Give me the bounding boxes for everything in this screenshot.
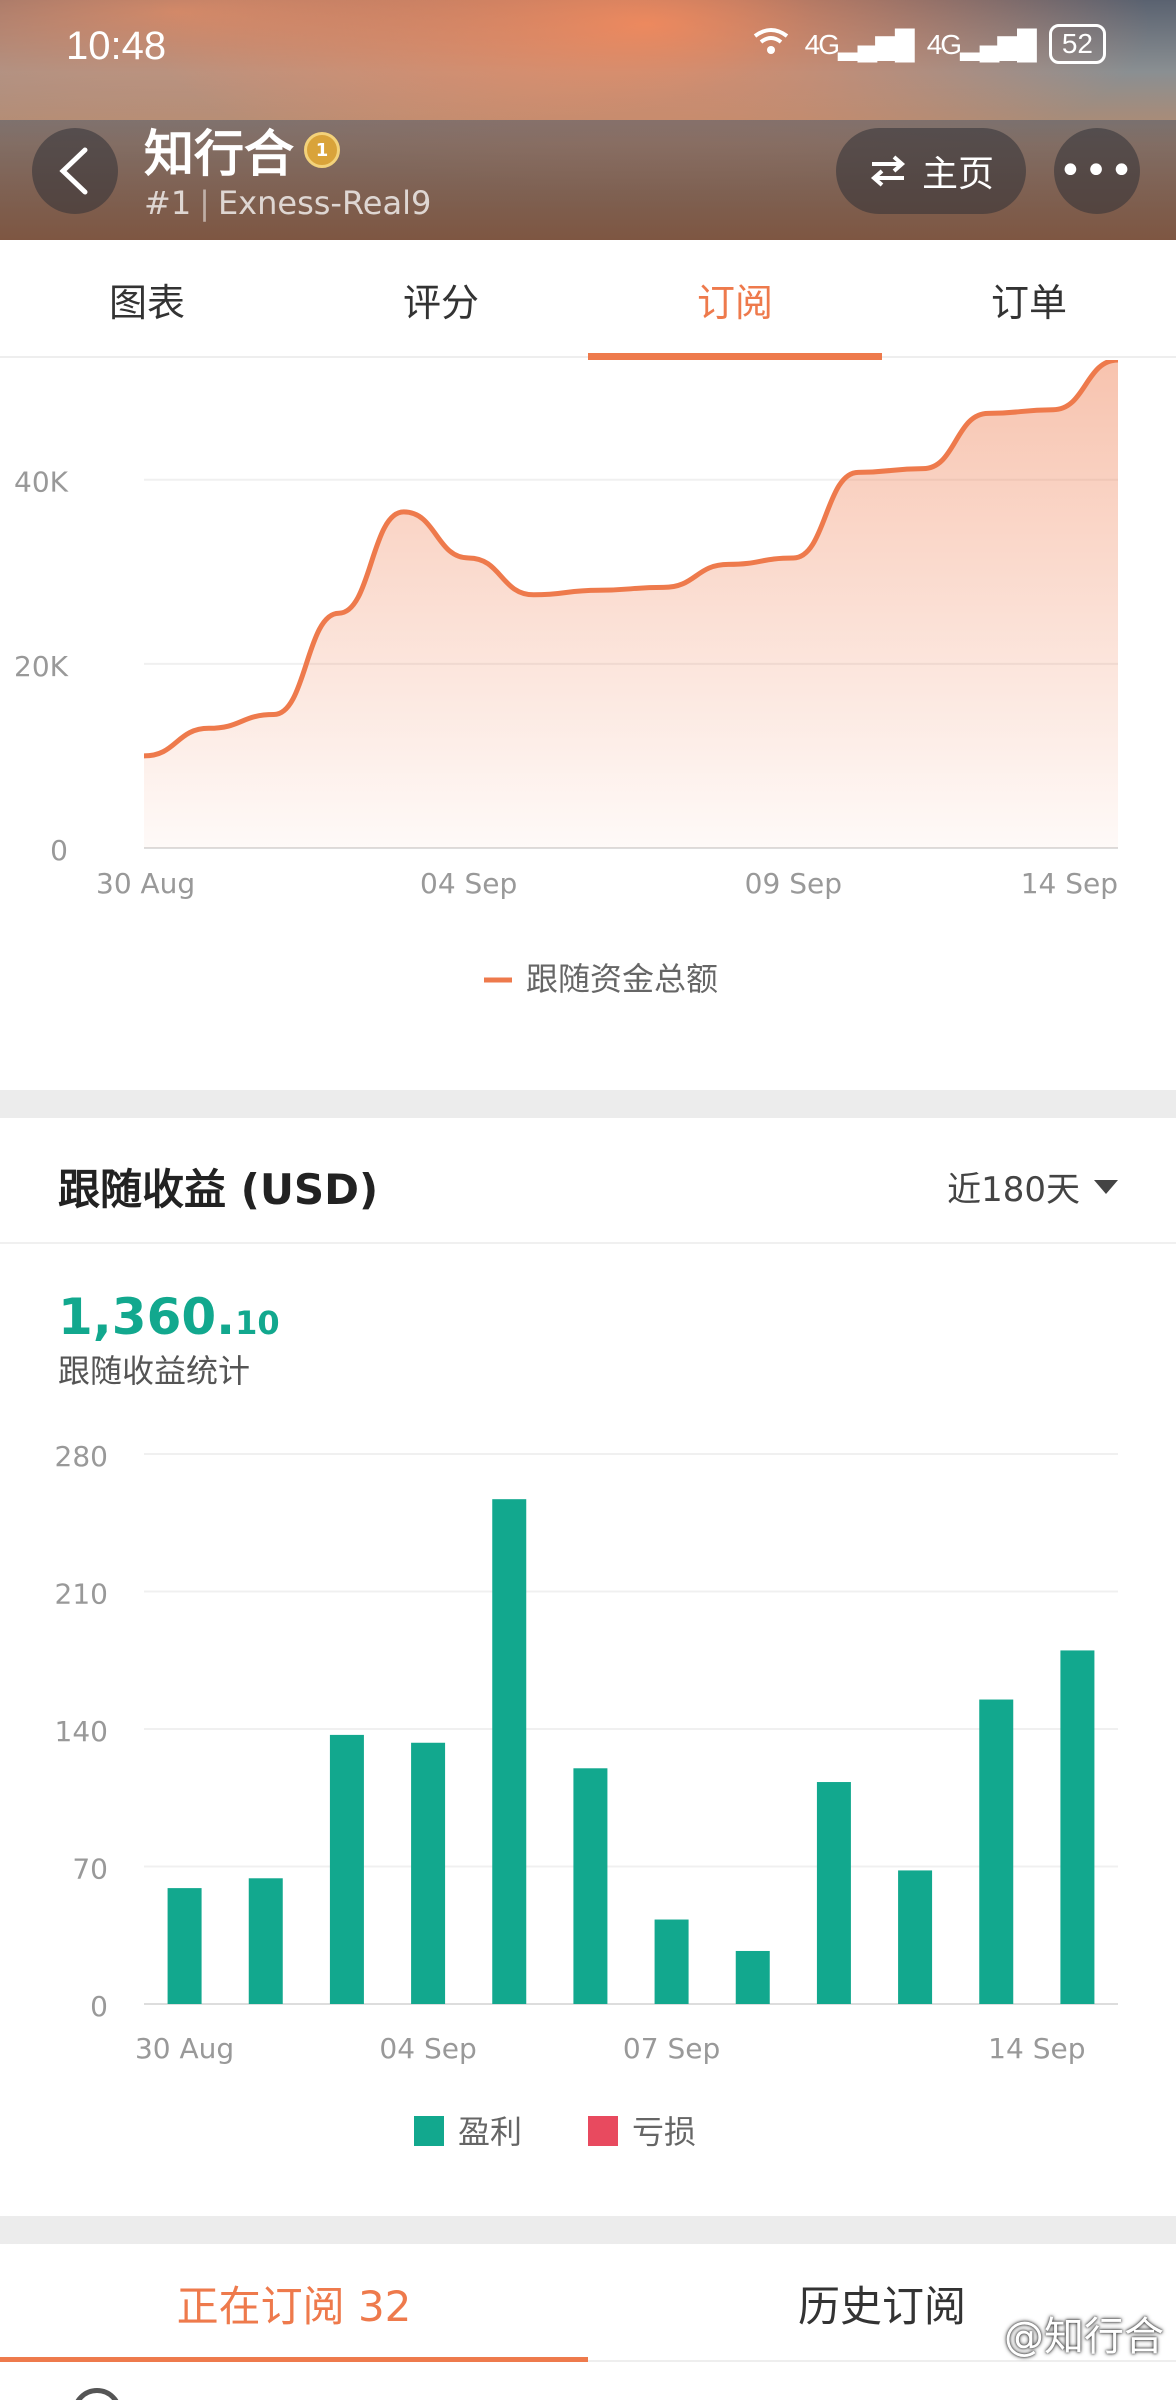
swap-icon xyxy=(870,155,906,187)
range-dropdown[interactable]: 近180天 xyxy=(947,1162,1118,1211)
medal-icon: 1 xyxy=(304,132,340,168)
y-tick-label: 40K xyxy=(14,466,69,499)
y-tick-label: 140 xyxy=(55,1715,108,1748)
tab-label: 图表 xyxy=(108,280,185,325)
more-icon: ••• xyxy=(1058,148,1136,194)
bar-profit[interactable] xyxy=(898,1870,933,2004)
y-tick-label: 210 xyxy=(55,1578,108,1611)
x-tick-label: 30 Aug xyxy=(135,2032,234,2065)
tab-label: 订阅 xyxy=(696,280,773,325)
avatar xyxy=(72,2388,122,2400)
legend-swatch-profit xyxy=(414,2116,444,2146)
series-area xyxy=(144,360,1118,848)
tab-orders[interactable]: 订单 xyxy=(882,240,1176,358)
bar-profit[interactable] xyxy=(248,1878,283,2004)
earnings-header: 跟随收益 (USD) 近180天 xyxy=(0,1118,1176,1244)
bar-profit[interactable] xyxy=(329,1734,364,2004)
y-tick-label: 20K xyxy=(14,650,69,683)
section-divider xyxy=(0,2216,1176,2244)
x-tick-label: 14 Sep xyxy=(988,2032,1085,2065)
bar-profit[interactable] xyxy=(167,1888,202,2004)
trader-name-row: 知行合 1 xyxy=(144,114,340,186)
back-button[interactable] xyxy=(32,128,118,214)
x-tick-label: 04 Sep xyxy=(379,2032,476,2065)
wifi-icon xyxy=(751,26,791,63)
bar-profit[interactable] xyxy=(411,1742,446,2004)
bar-profit[interactable] xyxy=(816,1782,851,2004)
tab-label: 正在订阅 32 xyxy=(176,2281,412,2331)
legend-label-profit: 盈利 xyxy=(458,2113,522,2151)
x-tick-label: 07 Sep xyxy=(623,2032,720,2065)
bar-profit[interactable] xyxy=(979,1699,1014,2004)
watermark: @知行合 xyxy=(1004,2314,1164,2360)
x-tick-label: 14 Sep xyxy=(1021,867,1118,900)
y-tick-label: 70 xyxy=(72,1853,108,1886)
earnings-bar-chart: 0 70 140 210 280 30 Aug 04 Sep 07 Sep 14 Sep 盈利 亏损 xyxy=(55,1440,1118,2151)
trader-account: Exness-Real9 xyxy=(217,184,432,222)
trader-subtitle: #1 | Exness-Real9 xyxy=(144,184,431,222)
tab-current-subscriptions[interactable]: 正在订阅 32 xyxy=(0,2244,588,2364)
tab-subscribe[interactable]: 订阅 xyxy=(588,240,882,360)
y-tick-label: 0 xyxy=(50,834,68,867)
divider: | xyxy=(199,184,210,222)
tab-label: 历史订阅 xyxy=(797,2281,966,2331)
trader-name: 知行合 xyxy=(144,125,294,183)
home-button-label: 主页 xyxy=(921,154,994,195)
y-tick-label: 0 xyxy=(90,1990,108,2023)
bar-profit[interactable] xyxy=(492,1499,527,2004)
x-tick-label: 09 Sep xyxy=(745,867,842,900)
tab-label: 评分 xyxy=(402,280,479,325)
follow-funds-section: 0 20K 40K 30 Aug 04 Sep 09 Sep 14 Sep 跟随资金总额 xyxy=(0,357,1176,1090)
earnings-title: 跟随收益 (USD) xyxy=(58,1165,379,1214)
tab-chart[interactable]: 图表 xyxy=(0,240,294,358)
legend-label-loss: 亏损 xyxy=(632,2113,696,2151)
list-preview xyxy=(0,2362,1176,2400)
x-tick-label: 04 Sep xyxy=(420,867,517,900)
tab-bar: 图表 评分 订阅 订单 xyxy=(0,240,1176,360)
more-button[interactable]: ••• xyxy=(1054,128,1140,214)
tab-label: 订单 xyxy=(990,280,1067,325)
chevron-down-icon xyxy=(1094,1179,1118,1194)
signal-icon-2: 4G▂▄▆█ xyxy=(926,28,1037,60)
tab-rating[interactable]: 评分 xyxy=(294,240,588,358)
legend-swatch-loss xyxy=(588,2116,618,2146)
profile-header: 10:48 4G▂▄▆█ 4G▂▄▆█ 52 知行合 1 #1 | Exness-R… xyxy=(0,0,1176,240)
follow-funds-chart: 0 20K 40K 30 Aug 04 Sep 09 Sep 14 Sep 跟随资金总额 xyxy=(14,357,1119,998)
subscription-tabs: 正在订阅 32 历史订阅 xyxy=(0,2244,1176,2364)
legend-label: 跟随资金总额 xyxy=(526,960,718,998)
back-arrow-icon xyxy=(59,147,88,195)
home-button[interactable]: 主页 xyxy=(836,128,1026,214)
battery-indicator: 52 xyxy=(1048,24,1106,64)
status-time: 10:48 xyxy=(66,24,167,68)
bar-profit[interactable] xyxy=(1060,1650,1095,2004)
status-icons: 4G▂▄▆█ 4G▂▄▆█ 52 xyxy=(751,24,1106,64)
x-tick-label: 30 Aug xyxy=(96,867,195,900)
section-divider xyxy=(0,1090,1176,1118)
bar-profit[interactable] xyxy=(573,1768,608,2004)
signal-icon-1: 4G▂▄▆█ xyxy=(804,28,915,60)
bar-profit[interactable] xyxy=(735,1950,770,2004)
earnings-body: 1,360.10 跟随收益统计 0 70 140 210 280 30 Aug 04 Sep… xyxy=(0,1246,1176,2216)
trader-rank: #1 xyxy=(144,184,192,222)
bar-profit[interactable] xyxy=(654,1919,689,2004)
y-tick-label: 280 xyxy=(55,1440,108,1473)
range-dropdown-value: 近180天 xyxy=(947,1170,1080,1210)
